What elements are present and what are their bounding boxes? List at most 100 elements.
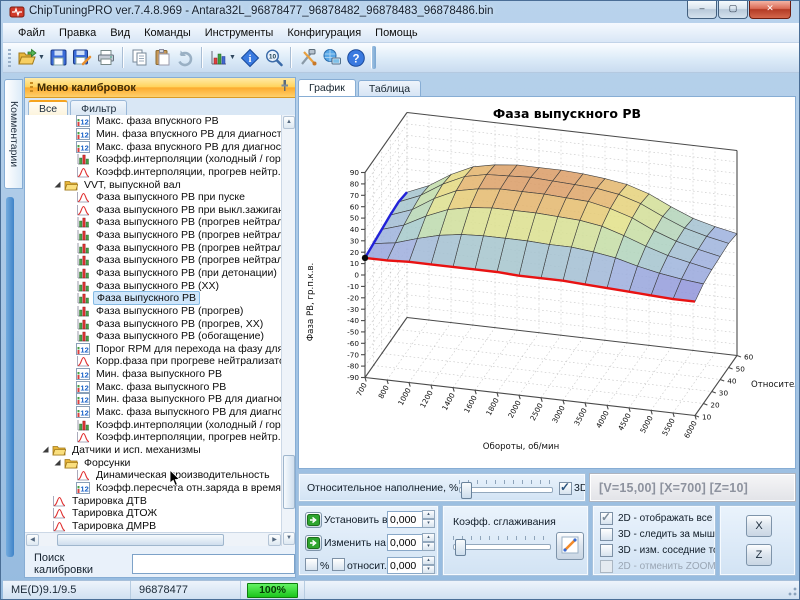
- resize-grip[interactable]: [785, 584, 797, 596]
- search-input[interactable]: [132, 554, 295, 574]
- tree-item[interactable]: 12Мин. фаза впускного РВ для диагностики: [25, 128, 281, 141]
- display-option[interactable]: 3D - изм. соседние точки: [600, 544, 716, 557]
- tree-horizontal-scrollbar[interactable]: ◀ ▶: [25, 532, 281, 546]
- tree-item[interactable]: 12Макс. фаза выпускного РВ для диагности…: [25, 406, 281, 419]
- tree-item[interactable]: Фаза выпускного РВ (прогрев, ХХ): [25, 317, 281, 330]
- tree-item[interactable]: Коэфф.интерполяции, прогрев нейтр. (холо…: [25, 431, 281, 444]
- tree-item[interactable]: Фаза выпускного РВ при пуске: [25, 191, 281, 204]
- print-button[interactable]: [94, 45, 118, 70]
- tree-item[interactable]: 12Порог RPM для перехода на фазу для реж…: [25, 343, 281, 356]
- surface-chart[interactable]: .g{stroke:#c0c0c0;stroke-width:0.55;stro…: [299, 97, 795, 468]
- title-bar[interactable]: ChipTuningPRO ver.7.4.8.969 - Antara32L_…: [1, 1, 799, 23]
- display-option[interactable]: 2D - отображать все точки: [600, 512, 716, 525]
- smoothing-slider-thumb[interactable]: [455, 539, 466, 556]
- menu-item-Помощь[interactable]: Помощь: [368, 25, 425, 41]
- minimize-button[interactable]: –: [687, 1, 717, 19]
- tree-item[interactable]: 12Макс. фаза выпускного РВ: [25, 380, 281, 393]
- scroll-left-button[interactable]: ◀: [26, 534, 39, 546]
- tree-item[interactable]: 12Мин. фаза выпускного РВ: [25, 368, 281, 381]
- scroll-up-button[interactable]: ▲: [283, 116, 295, 129]
- chart-view-button[interactable]: ▼: [207, 45, 238, 70]
- tree-item[interactable]: Динамическая производительность: [25, 469, 281, 482]
- smoothing-slider[interactable]: [453, 544, 551, 550]
- apply-change-button[interactable]: [305, 535, 322, 551]
- tree-item[interactable]: Фаза выпускного РВ: [25, 292, 281, 305]
- interpolate-button[interactable]: [556, 532, 584, 560]
- tree-item[interactable]: Датчики и исп. механизмы: [25, 444, 281, 457]
- undo-button[interactable]: [174, 45, 197, 70]
- tree-item[interactable]: Фаза выпускного РВ (прогрев нейтрал., ХХ…: [25, 241, 281, 254]
- menu-item-Правка[interactable]: Правка: [52, 25, 103, 41]
- save-as-button[interactable]: [70, 45, 94, 70]
- tree-item[interactable]: Фаза выпускного РВ (при детонации): [25, 267, 281, 280]
- tree-item[interactable]: 12Коэфф.пересчета отн.заряда в время впр…: [25, 482, 281, 495]
- relative-input[interactable]: [387, 557, 425, 574]
- menu-item-Вид[interactable]: Вид: [103, 25, 137, 41]
- apply-set-button[interactable]: [305, 512, 322, 528]
- dropdown-arrow-icon[interactable]: ▼: [229, 54, 236, 61]
- comments-side-tab[interactable]: Комментарии: [4, 79, 23, 189]
- scroll-thumb-horizontal[interactable]: [57, 534, 224, 546]
- checkbox-3d[interactable]: [559, 482, 572, 495]
- change-by-input[interactable]: [387, 534, 425, 551]
- tree-item[interactable]: Фаза выпускного РВ (прогрев нейтрал., хо…: [25, 229, 281, 242]
- tree-item[interactable]: Фаза выпускного РВ (прогрев): [25, 305, 281, 318]
- tools-button[interactable]: [296, 45, 320, 70]
- display-option[interactable]: 3D - следить за мышью: [600, 528, 716, 541]
- expander-icon[interactable]: [41, 445, 51, 455]
- paste-button[interactable]: [151, 45, 174, 70]
- menu-item-Инструменты[interactable]: Инструменты: [198, 25, 281, 41]
- tree-item[interactable]: 12Мин. фаза выпускного РВ для диагностик…: [25, 393, 281, 406]
- close-button[interactable]: ✕: [749, 1, 791, 19]
- fill-slider-thumb[interactable]: [461, 482, 472, 499]
- tree-item[interactable]: Фаза выпускного РВ (прогрев нейтрализато…: [25, 216, 281, 229]
- checkbox[interactable]: [600, 528, 613, 541]
- change-by-spinner[interactable]: ▴▾: [422, 533, 435, 550]
- tree-item[interactable]: Тарировка ДТОЖ: [25, 507, 281, 520]
- menu-item-Конфигурация[interactable]: Конфигурация: [280, 25, 368, 41]
- scroll-down-button[interactable]: ▼: [283, 532, 295, 545]
- dropdown-arrow-icon[interactable]: ▼: [38, 54, 45, 61]
- toolbar-grip[interactable]: [8, 49, 11, 67]
- zoom-number-button[interactable]: 10: [262, 45, 286, 70]
- tree-item[interactable]: Фаза выпускного РВ (обогащение): [25, 330, 281, 343]
- open-button[interactable]: ▼: [15, 45, 47, 70]
- copy-button[interactable]: [128, 45, 151, 70]
- tree-item[interactable]: Тарировка ДТВ: [25, 494, 281, 507]
- scroll-thumb[interactable]: [283, 455, 295, 509]
- tree-item[interactable]: VVT, выпускной вал: [25, 178, 281, 191]
- tree-item[interactable]: Коэфф.интерполяции (холодный / горячий ): [25, 153, 281, 166]
- tree-item[interactable]: Тарировка ДМРВ: [25, 520, 281, 533]
- tab-graph[interactable]: График: [298, 79, 356, 97]
- network-button[interactable]: [320, 45, 344, 70]
- x-axis-button[interactable]: X: [746, 515, 772, 537]
- expander-icon[interactable]: [53, 458, 63, 468]
- tree-item[interactable]: Фаза выпускного РВ (ХХ): [25, 279, 281, 292]
- tree-item[interactable]: 12Макс. фаза впускного РВ для диагностик…: [25, 140, 281, 153]
- set-to-input[interactable]: [387, 511, 425, 528]
- help-button[interactable]: ?: [344, 45, 368, 70]
- pin-icon[interactable]: [279, 79, 290, 97]
- save-button[interactable]: [47, 45, 70, 70]
- percent-checkbox[interactable]: [305, 558, 318, 571]
- info-button[interactable]: i: [238, 45, 262, 70]
- fill-slider[interactable]: [459, 487, 553, 493]
- checkbox[interactable]: [600, 512, 613, 525]
- tree-item[interactable]: Коэфф.интерполяции, прогрев нейтр. (холо…: [25, 166, 281, 179]
- scroll-right-button[interactable]: ▶: [268, 534, 281, 546]
- menu-item-Файл[interactable]: Файл: [11, 25, 52, 41]
- checkbox[interactable]: [600, 544, 613, 557]
- tab-table[interactable]: Таблица: [358, 80, 421, 97]
- tree-item[interactable]: Фаза выпускного РВ (прогрев нейтрал., ХХ…: [25, 254, 281, 267]
- tree-item[interactable]: Фаза выпускного РВ при выкл.зажигания: [25, 203, 281, 216]
- tree-item[interactable]: Коэфф.интерполяции (холодный / горячий ): [25, 418, 281, 431]
- set-to-spinner[interactable]: ▴▾: [422, 510, 435, 527]
- tree-vertical-scrollbar[interactable]: ▲ ▼: [281, 115, 295, 546]
- expander-icon[interactable]: [53, 180, 63, 190]
- relative-checkbox[interactable]: [332, 558, 345, 571]
- tree-item[interactable]: 12Макс. фаза впускного РВ: [25, 115, 281, 128]
- relative-spinner[interactable]: ▴▾: [422, 556, 435, 573]
- tree-item[interactable]: Корр.фаза при прогреве нейтрализатора: [25, 355, 281, 368]
- tree-item[interactable]: Форсунки: [25, 456, 281, 469]
- z-axis-button[interactable]: Z: [746, 544, 772, 566]
